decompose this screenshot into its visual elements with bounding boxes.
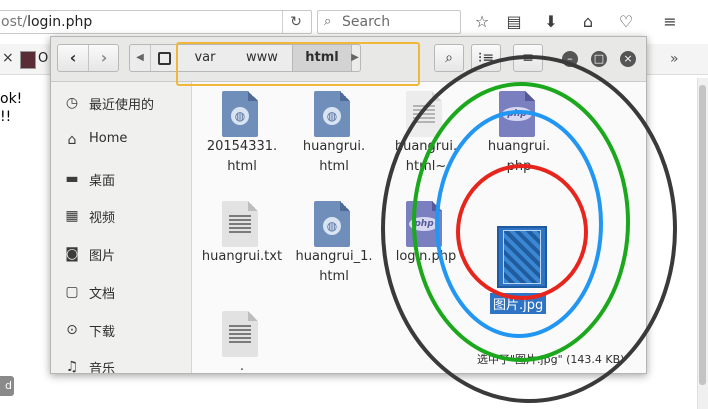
home-icon[interactable]: ⌂: [578, 12, 598, 32]
php-file-icon: php: [499, 91, 535, 137]
url-bar[interactable]: ost/login.php: [0, 10, 312, 34]
sidebar-item-music[interactable]: ♫ 音乐: [51, 350, 191, 374]
reading-list-icon[interactable]: ▤: [504, 12, 524, 32]
close-icon[interactable]: ×: [620, 51, 636, 67]
sidebar-item-label: 图片: [89, 249, 116, 264]
selected-image-file[interactable]: [497, 226, 547, 288]
sidebar-item-label: 视频: [89, 211, 116, 226]
file-manager-window: ‹ › ◀ var www html ▶ ⌕ ⁝≡ ≡ – □ × ◷ 最近使用…: [50, 36, 647, 374]
document-icon: ▢: [65, 284, 79, 300]
menu-icon: ≡: [522, 50, 534, 66]
sidebar-item-downloads[interactable]: ⊙ 下载: [51, 313, 191, 347]
file-item[interactable]: ◍ 20154331. html: [197, 87, 287, 197]
html-file-icon: ◍: [222, 91, 258, 137]
sidebar-item-home[interactable]: ⌂ Home: [51, 123, 191, 157]
film-icon: ▦: [65, 208, 79, 224]
sidebar-item-label: 下载: [89, 325, 116, 340]
download-icon: ⊙: [66, 322, 78, 338]
file-label: huangrui. php: [487, 139, 551, 174]
file-item[interactable]: .: [197, 307, 287, 374]
file-grid: ◍ 20154331. html ◍ huangrui. html huangrui…: [192, 82, 646, 373]
file-item[interactable]: php huangrui. php: [474, 87, 564, 197]
search-icon: ⌕: [324, 14, 332, 29]
music-icon: ♫: [65, 359, 79, 374]
chevron-more-icon[interactable]: »: [670, 51, 679, 67]
bookmark-favicon[interactable]: [20, 51, 36, 69]
bookmark-star-icon[interactable]: ☆: [472, 12, 492, 32]
forward-button[interactable]: ›: [89, 45, 119, 71]
download-arrow-icon[interactable]: ⬇: [541, 12, 561, 32]
file-label: huangrui.txt: [201, 249, 283, 264]
sidebar-item-recent[interactable]: ◷ 最近使用的: [51, 86, 191, 120]
path-scroll-left-icon[interactable]: ◀: [130, 45, 151, 71]
html-file-icon: ◍: [314, 201, 350, 247]
page-content: ok! !!: [0, 90, 22, 126]
menu-icon[interactable]: ≡: [660, 12, 680, 32]
scroll-thumb[interactable]: [699, 85, 706, 385]
home-icon: ⌂: [67, 132, 77, 148]
list-view-icon: ⁝≡: [477, 50, 495, 66]
path-root-icon[interactable]: [151, 45, 178, 71]
sidebar-item-label: 桌面: [89, 174, 116, 189]
search-icon: ⌕: [445, 50, 453, 66]
file-item[interactable]: huangrui. html~: [381, 87, 471, 197]
sidebar-item-label: 文档: [89, 287, 116, 302]
sidebar-item-videos[interactable]: ▦ 视频: [51, 199, 191, 233]
file-item[interactable]: huangrui.txt: [197, 197, 287, 307]
back-button[interactable]: ‹: [58, 45, 89, 71]
url-prefix: ost/: [1, 14, 28, 30]
sidebar-item-desktop[interactable]: ▬ 桌面: [51, 162, 191, 196]
file-label: huangrui_1. html: [295, 249, 373, 284]
backup-file-icon: [406, 91, 442, 137]
camera-icon: ◙: [65, 246, 79, 262]
file-item[interactable]: ◍ huangrui. html: [289, 87, 379, 197]
bookmark-label[interactable]: O: [38, 51, 48, 66]
sidebar-item-pictures[interactable]: ◙ 图片: [51, 237, 191, 271]
sidebar: ◷ 最近使用的 ⌂ Home ▬ 桌面 ▦ 视频 ◙ 图片 ▢ 文档 ⊙ 下载 …: [51, 82, 192, 373]
html-file-icon: ◍: [314, 91, 350, 137]
sidebar-item-label: Home: [89, 131, 128, 146]
sidebar-item-documents[interactable]: ▢ 文档: [51, 275, 191, 309]
desktop-icon: ▬: [65, 171, 79, 187]
minimize-icon[interactable]: –: [562, 51, 578, 67]
file-label: .: [239, 359, 245, 374]
search-placeholder: Search: [342, 14, 391, 30]
sidebar-item-label: 最近使用的: [89, 98, 155, 113]
nav-buttons: ‹ ›: [57, 44, 119, 72]
clock-icon: ◷: [65, 95, 79, 111]
url-path: login.php: [27, 14, 93, 30]
status-chip: d: [0, 376, 14, 396]
search-bar[interactable]: ⌕ Search: [317, 10, 461, 34]
sidebar-item-label: 音乐: [89, 362, 116, 374]
path-highlight-box: [176, 42, 420, 86]
file-label: 20154331. html: [206, 139, 278, 174]
menu-button[interactable]: ≡: [513, 44, 543, 72]
maximize-icon[interactable]: □: [591, 51, 607, 67]
image-thumbnail-icon: [503, 230, 541, 284]
page-line: ok!: [0, 91, 23, 107]
status-bar: 选中了"图片.jpg" (143.4 KB): [471, 349, 631, 369]
text-file-icon: [222, 311, 258, 357]
file-item[interactable]: php login.php: [381, 197, 471, 307]
view-toggle-button[interactable]: ⁝≡: [471, 44, 501, 72]
close-icon[interactable]: ×: [2, 50, 14, 66]
file-label: login.php: [395, 249, 457, 264]
reload-icon[interactable]: ↻: [282, 11, 309, 33]
pocket-icon[interactable]: ♡: [616, 12, 636, 32]
text-file-icon: [222, 201, 258, 247]
php-file-icon: php: [406, 201, 442, 247]
search-button[interactable]: ⌕: [434, 44, 464, 72]
url-text: ost/login.php: [1, 14, 92, 30]
page-line: !!: [0, 109, 12, 125]
selected-file-label: 图片.jpg: [490, 293, 547, 314]
file-item[interactable]: ◍ huangrui_1. html: [289, 197, 379, 307]
file-label: huangrui. html: [302, 139, 366, 174]
file-label: huangrui. html~: [394, 139, 458, 174]
